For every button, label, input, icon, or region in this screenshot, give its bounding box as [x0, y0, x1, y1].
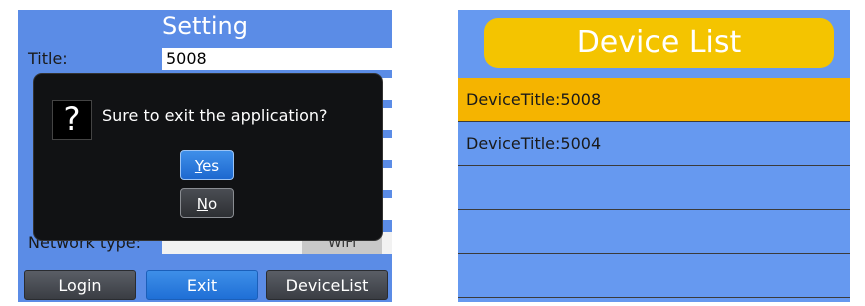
device-list-item[interactable]: DeviceTitle:5004	[458, 122, 850, 166]
field-label: Title:	[28, 46, 158, 72]
device-list-item[interactable]	[458, 254, 850, 298]
dialog-message: Sure to exit the application?	[102, 106, 328, 125]
login-button[interactable]: Login	[24, 270, 136, 300]
device-list-button[interactable]: DeviceList	[266, 270, 388, 300]
yes-button[interactable]: Yes	[180, 150, 234, 180]
no-button[interactable]: No	[180, 188, 234, 218]
bottom-button-bar: Login Exit DeviceList	[18, 266, 392, 302]
device-list-item[interactable]	[458, 166, 850, 210]
device-list-screen: Device List DeviceTitle:5008 DeviceTitle…	[458, 10, 850, 302]
field-row-title: Title: 5008	[22, 46, 392, 72]
question-icon: ?	[52, 100, 92, 140]
setting-header: Setting	[162, 12, 248, 40]
device-list-item[interactable]	[458, 210, 850, 254]
title-input[interactable]: 5008	[162, 48, 392, 70]
exit-confirm-dialog: ? Sure to exit the application? Yes No	[34, 74, 382, 240]
device-list-title: Device List	[484, 18, 834, 68]
exit-button[interactable]: Exit	[146, 270, 258, 300]
device-list-item[interactable]: DeviceTitle:5008	[458, 78, 850, 122]
